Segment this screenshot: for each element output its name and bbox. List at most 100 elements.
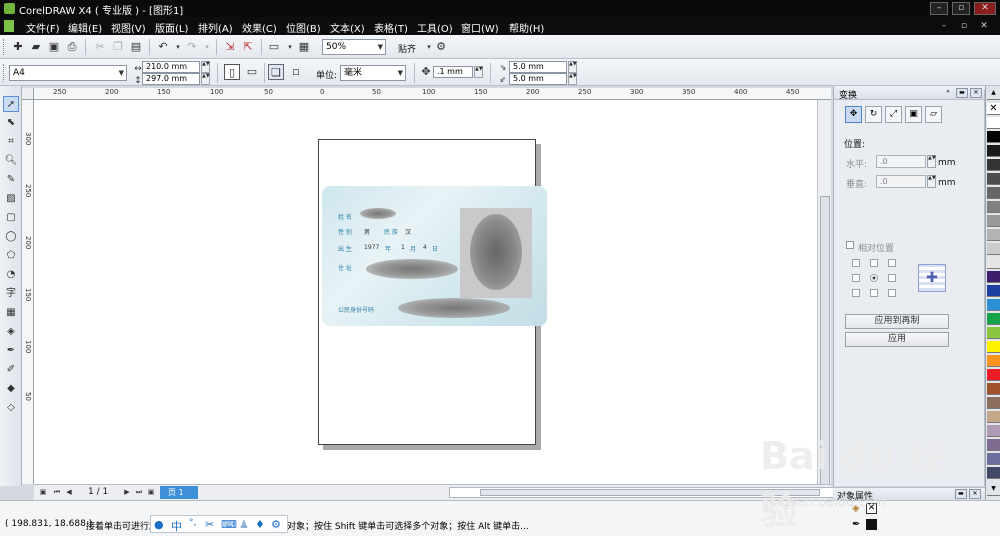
scissors-icon[interactable]: ✂ <box>205 518 214 531</box>
doc-close-button[interactable]: ✕ <box>978 20 990 32</box>
polygon-tool-icon[interactable]: ⬠ <box>3 248 19 264</box>
vertical-position-field[interactable]: .0 <box>876 175 926 188</box>
text-tool-icon[interactable]: 字 <box>3 286 19 302</box>
menu-tools[interactable]: 工具(O) <box>417 20 453 35</box>
rotate-tab-icon[interactable]: ↻ <box>865 106 882 123</box>
first-page-icon[interactable]: ⏮ <box>52 487 62 498</box>
fill-tool-icon[interactable]: ◆ <box>3 381 19 397</box>
add-page-after-icon[interactable]: ▣ <box>146 487 156 498</box>
freehand-tool-icon[interactable]: ✎ <box>3 172 19 188</box>
color-swatch[interactable] <box>987 327 1000 339</box>
paper-size-select[interactable]: A4 ▼ <box>9 65 127 81</box>
color-swatch[interactable] <box>987 159 1000 171</box>
ellipse-tool-icon[interactable]: ◯ <box>3 229 19 245</box>
user-icon[interactable]: ● <box>154 518 164 531</box>
keyboard-icon[interactable]: ⌨ <box>221 518 237 531</box>
id-card-image[interactable]: 姓 名 性 别 男 民 族 汉 出 生 1977 年 1 月 4 日 住 址 公… <box>322 186 547 326</box>
color-swatch[interactable] <box>987 453 1000 465</box>
paste-icon[interactable]: ▤ <box>128 39 144 55</box>
anchor-bottom-left[interactable] <box>852 289 860 297</box>
save-icon[interactable]: ▣ <box>46 39 62 55</box>
color-swatch[interactable] <box>987 439 1000 451</box>
zoom-level-select[interactable]: 50% ▼ <box>322 39 386 55</box>
menu-window[interactable]: 窗口(W) <box>461 20 499 35</box>
table-tool-icon[interactable]: ▦ <box>3 305 19 321</box>
shape-tool-icon[interactable]: ⬉ <box>3 115 19 131</box>
color-swatch[interactable] <box>987 397 1000 409</box>
menu-arrange[interactable]: 排列(A) <box>198 20 233 35</box>
person-icon[interactable]: ♟ <box>239 518 249 531</box>
color-swatch[interactable] <box>987 257 1000 269</box>
options-icon[interactable]: ⚙ <box>433 39 449 55</box>
import-icon[interactable]: ⇲ <box>222 39 238 55</box>
ruler-origin[interactable] <box>22 88 34 100</box>
palette-scroll-down-icon[interactable]: ▼ <box>987 484 1000 496</box>
document-icon[interactable] <box>4 20 14 32</box>
portrait-icon[interactable]: ▯ <box>224 64 240 80</box>
relative-position-checkbox[interactable] <box>846 241 854 249</box>
anchor-bottom-center[interactable] <box>870 289 878 297</box>
last-page-icon[interactable]: ⏭ <box>134 487 144 498</box>
duplicate-y-field[interactable]: 5.0 mm <box>509 73 567 85</box>
current-page-icon[interactable]: ▫ <box>288 64 304 80</box>
doc-minimize-button[interactable]: – <box>938 20 950 32</box>
duplicate-x-field[interactable]: 5.0 mm <box>509 61 567 73</box>
basic-shapes-tool-icon[interactable]: ◔ <box>3 267 19 283</box>
color-swatch[interactable] <box>987 187 1000 199</box>
skin-icon[interactable]: ♦ <box>255 518 265 531</box>
menu-file[interactable]: 文件(F) <box>26 20 60 35</box>
nudge-distance-field[interactable]: .1 mm <box>433 66 473 78</box>
menu-effects[interactable]: 效果(C) <box>242 20 277 35</box>
color-swatch[interactable] <box>987 285 1000 297</box>
copy-icon[interactable]: ❐ <box>110 39 126 55</box>
interactive-fill-tool-icon[interactable]: ◇ <box>3 400 19 416</box>
skew-tab-icon[interactable]: ▱ <box>925 106 942 123</box>
prev-page-icon[interactable]: ◀ <box>64 487 74 498</box>
scale-tab-icon[interactable]: ⤢ <box>885 106 902 123</box>
landscape-icon[interactable]: ▭ <box>244 64 260 80</box>
input-method-toolbar[interactable]: ● 中 °, ✂ ⌨ ♟ ♦ ⚙ <box>150 515 288 533</box>
print-icon[interactable]: ⎙ <box>64 39 80 55</box>
anchor-middle-left[interactable] <box>852 274 860 282</box>
add-page-before-icon[interactable]: ▣ <box>38 487 48 498</box>
punctuation-icon[interactable]: °, <box>189 518 196 528</box>
menu-table[interactable]: 表格(T) <box>374 20 408 35</box>
color-swatch[interactable] <box>987 425 1000 437</box>
color-swatch[interactable] <box>987 131 1000 143</box>
size-tab-icon[interactable]: ▣ <box>905 106 922 123</box>
color-swatch[interactable] <box>987 355 1000 367</box>
outline-tool-icon[interactable]: ✐ <box>3 362 19 378</box>
anchor-center[interactable] <box>870 274 878 282</box>
width-spinner[interactable]: ▲▼ <box>201 61 210 73</box>
color-swatch[interactable] <box>987 117 1000 129</box>
color-swatch[interactable] <box>987 369 1000 381</box>
menu-view[interactable]: 视图(V) <box>111 20 146 35</box>
menu-layout[interactable]: 版面(L) <box>155 20 188 35</box>
position-tab-icon[interactable]: ✥ <box>845 106 862 123</box>
color-swatch[interactable] <box>987 341 1000 353</box>
property-bar-grip[interactable] <box>3 64 6 82</box>
vertical-ruler[interactable]: 300 250 200 150 100 50 <box>22 100 34 484</box>
open-folder-icon[interactable]: ▰ <box>28 39 44 55</box>
color-swatch[interactable] <box>987 313 1000 325</box>
toolbar-grip[interactable] <box>3 39 6 55</box>
new-document-icon[interactable]: ✚ <box>10 39 26 55</box>
menu-edit[interactable]: 编辑(E) <box>68 20 102 35</box>
redo-dropdown-icon[interactable]: ▾ <box>199 39 215 55</box>
menu-text[interactable]: 文本(X) <box>330 20 365 35</box>
page-height-field[interactable]: 297.0 mm <box>142 73 200 85</box>
maximize-button[interactable]: ▫ <box>952 2 970 15</box>
pick-tool-icon[interactable]: ➚ <box>3 96 19 112</box>
color-swatch[interactable] <box>987 201 1000 213</box>
apply-button[interactable]: 应用 <box>845 332 949 347</box>
undo-icon[interactable]: ↶ <box>155 39 171 55</box>
palette-scroll-up-icon[interactable]: ▲ <box>987 88 1000 100</box>
expand-docker-icon[interactable]: » <box>942 88 954 98</box>
color-swatch[interactable] <box>987 467 1000 479</box>
color-swatch[interactable] <box>987 243 1000 255</box>
minimize-button[interactable]: – <box>930 2 948 15</box>
horizontal-position-field[interactable]: .0 <box>876 155 926 168</box>
no-color-swatch[interactable]: ✕ <box>987 103 1000 115</box>
next-page-icon[interactable]: ▶ <box>122 487 132 498</box>
color-swatch[interactable] <box>987 411 1000 423</box>
